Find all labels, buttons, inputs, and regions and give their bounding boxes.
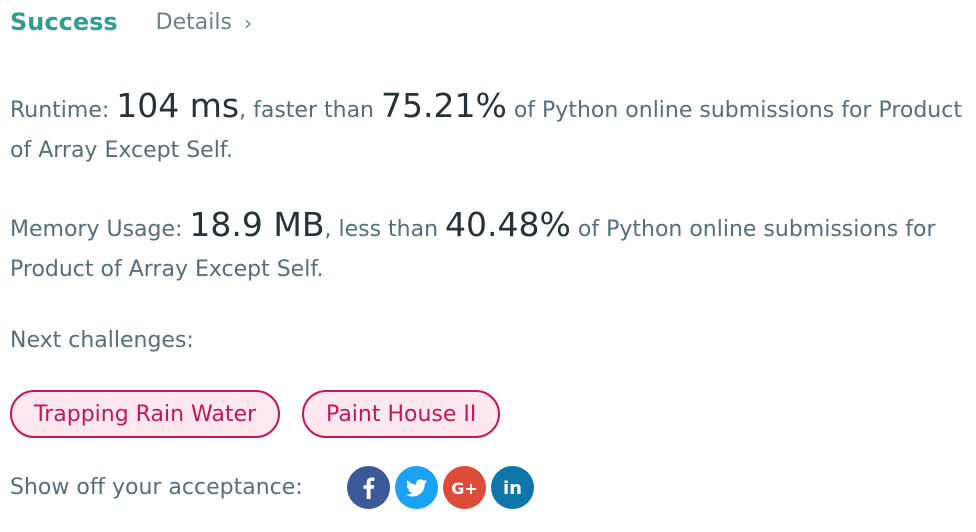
runtime-stat: Runtime: 104 ms, faster than 75.21% of P… [10,86,970,171]
twitter-glyph [405,479,427,497]
runtime-percent: 75.21% [381,86,507,125]
memory-comparison: , less than [324,217,446,242]
google-plus-glyph: G+ [451,479,478,498]
runtime-value: 104 ms [116,86,240,125]
svg-text:in: in [503,478,522,499]
result-header: Success Details › [10,8,252,36]
twitter-icon[interactable] [394,466,438,509]
facebook-glyph [363,477,375,499]
memory-percent: 40.48% [445,205,571,244]
svg-text:G+: G+ [451,479,478,498]
next-challenges-list: Trapping Rain Water Paint House II [10,390,501,438]
runtime-comparison: , faster than [239,98,381,123]
linkedin-icon[interactable]: in [490,466,534,509]
challenge-chip-paint-house-ii[interactable]: Paint House II [302,390,501,438]
memory-stat: Memory Usage: 18.9 MB, less than 40.48% … [10,205,970,290]
runtime-label: Runtime: [10,98,117,123]
challenge-chip-trapping-rain-water[interactable]: Trapping Rain Water [10,390,281,438]
details-label: Details [155,9,232,35]
share-label: Show off your acceptance: [10,475,303,500]
next-challenges-label: Next challenges: [10,328,194,353]
memory-value: 18.9 MB [189,205,325,244]
memory-label: Memory Usage: [10,217,190,242]
social-buttons: G+ in [346,466,534,509]
google-plus-icon[interactable]: G+ [442,466,486,509]
share-row: Show off your acceptance: G+ in [10,466,534,509]
details-link[interactable]: Details › [155,9,252,36]
facebook-icon[interactable] [346,466,390,509]
linkedin-glyph: in [503,478,522,499]
status-label: Success [10,8,118,36]
chevron-right-icon: › [243,11,252,35]
